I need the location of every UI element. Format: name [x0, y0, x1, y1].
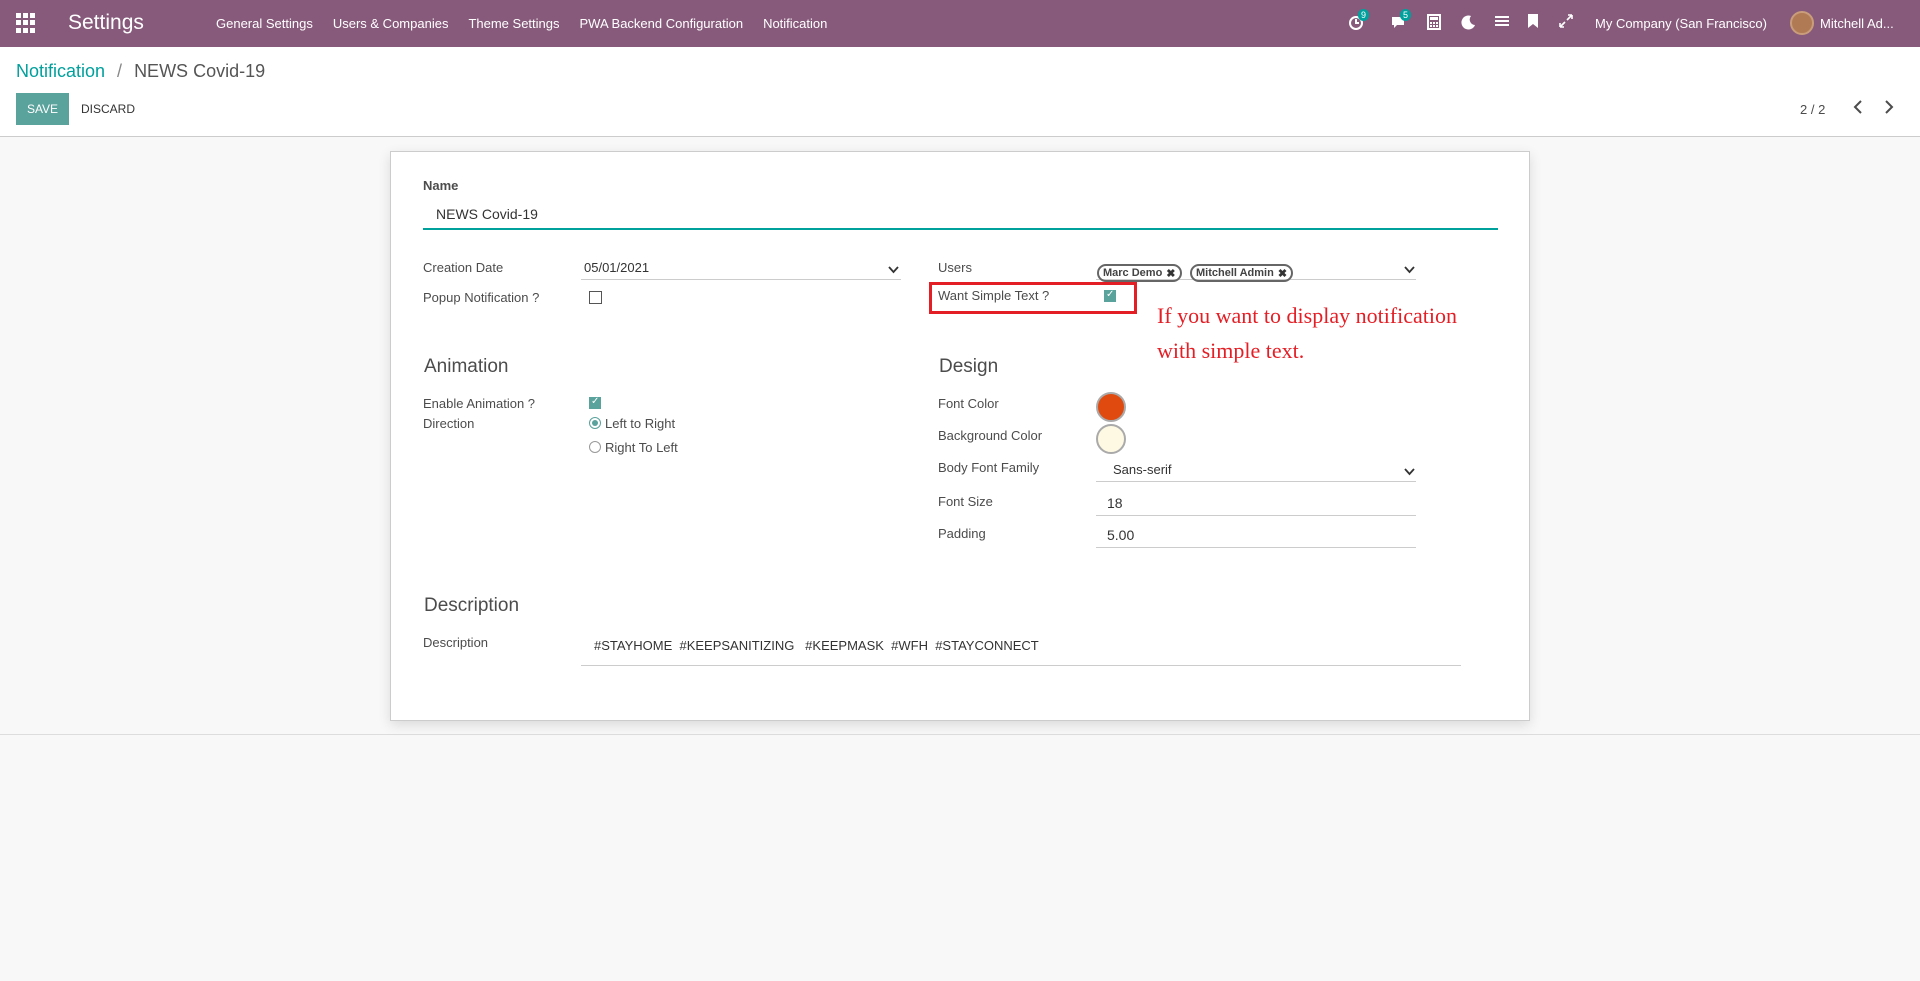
padding-input[interactable]: 5.00	[1096, 520, 1416, 548]
user-tag-label: Mitchell Admin	[1196, 267, 1274, 279]
menu-list-icon[interactable]	[1495, 14, 1513, 32]
font-size-label: Font Size	[938, 494, 993, 509]
activity-badge: 9	[1358, 9, 1370, 21]
user-tag-label: Marc Demo	[1103, 267, 1163, 279]
highlight-box	[929, 282, 1137, 314]
app-title[interactable]: Settings	[68, 11, 144, 35]
font-color-swatch[interactable]	[1096, 392, 1126, 422]
breadcrumb-current: NEWS Covid-19	[134, 61, 266, 81]
creation-date-field[interactable]: 05/01/2021	[581, 256, 901, 280]
enable-animation-label: Enable Animation ?	[423, 396, 536, 411]
background-color-label: Background Color	[938, 428, 1043, 443]
apps-grid-icon[interactable]	[16, 13, 36, 33]
menu-notification[interactable]: Notification	[753, 16, 837, 31]
menu-theme-settings[interactable]: Theme Settings	[458, 16, 569, 31]
creation-date-value: 05/01/2021	[584, 260, 650, 275]
fullscreen-expand-icon[interactable]	[1559, 14, 1577, 32]
font-size-input[interactable]: 18	[1096, 488, 1416, 516]
users-label: Users	[938, 260, 972, 275]
creation-date-label: Creation Date	[423, 260, 504, 275]
pager-previous-icon[interactable]	[1853, 100, 1863, 119]
messages-icon[interactable]: 5	[1390, 9, 1412, 32]
enable-animation-checkbox[interactable]	[589, 396, 601, 409]
direction-right-to-left-label[interactable]: Right To Left	[605, 440, 678, 455]
direction-right-to-left-radio[interactable]	[589, 441, 601, 453]
background-color-swatch[interactable]	[1096, 424, 1126, 454]
body-font-family-label: Body Font Family	[938, 460, 1040, 475]
padding-value: 5.00	[1107, 527, 1135, 543]
name-label: Name	[423, 178, 459, 193]
description-section-title: Description	[424, 595, 520, 616]
discard-button[interactable]: DISCARD	[72, 93, 144, 125]
menu-pwa-backend[interactable]: PWA Backend Configuration	[570, 16, 754, 31]
calculator-icon[interactable]	[1427, 14, 1445, 32]
description-label: Description	[423, 635, 489, 650]
menu-general-settings[interactable]: General Settings	[206, 16, 323, 31]
save-button[interactable]: SAVE	[16, 93, 69, 125]
user-menu[interactable]: Mitchell Ad...	[1820, 16, 1894, 31]
name-input[interactable]: NEWS Covid-19	[423, 200, 1498, 230]
padding-label: Padding	[938, 526, 986, 541]
dark-mode-moon-icon[interactable]	[1461, 14, 1479, 32]
font-family-chevron-down-icon	[1404, 464, 1415, 479]
description-editor[interactable]: #STAYHOME #KEEPSANITIZING #KEEPMASK #WFH…	[581, 628, 1461, 666]
users-chevron-down-icon	[1404, 262, 1415, 277]
messages-badge: 5	[1400, 9, 1412, 21]
activity-clock-icon[interactable]: 9	[1348, 9, 1370, 32]
breadcrumb-separator: /	[117, 61, 123, 81]
body-font-family-select[interactable]: Sans-serif	[1096, 456, 1416, 482]
user-avatar[interactable]	[1790, 11, 1814, 35]
body-font-family-value: Sans-serif	[1113, 462, 1172, 477]
remove-tag-icon[interactable]: ✖	[1278, 267, 1287, 280]
bookmark-icon[interactable]	[1527, 14, 1545, 32]
direction-left-to-right-radio[interactable]	[589, 417, 601, 429]
pager-value[interactable]: 2 / 2	[1800, 102, 1825, 117]
remove-tag-icon[interactable]: ✖	[1166, 267, 1175, 280]
chevron-down-icon	[888, 262, 899, 277]
breadcrumb-notification-link[interactable]: Notification	[16, 61, 105, 82]
menu-users-companies[interactable]: Users & Companies	[323, 16, 459, 31]
form-sheet: Name NEWS Covid-19 Creation Date 05/01/2…	[390, 151, 1530, 721]
font-size-value: 18	[1107, 495, 1123, 511]
pager-next-icon[interactable]	[1884, 100, 1894, 119]
description-value: #STAYHOME #KEEPSANITIZING #KEEPMASK #WFH…	[594, 638, 1039, 653]
main-menu: General Settings Users & Companies Theme…	[206, 16, 837, 31]
design-section-title: Design	[939, 356, 999, 377]
font-color-label: Font Color	[938, 396, 999, 411]
popup-notification-checkbox[interactable]	[589, 291, 602, 304]
direction-left-to-right-label[interactable]: Left to Right	[605, 416, 675, 431]
control-panel: Notification / NEWS Covid-19 SAVE DISCAR…	[0, 47, 1920, 137]
top-navbar: Settings General Settings Users & Compan…	[0, 0, 1920, 47]
company-switcher[interactable]: My Company (San Francisco)	[1595, 16, 1767, 31]
popup-notification-label: Popup Notification ?	[423, 290, 540, 305]
user-tag-marc-demo: Marc Demo ✖	[1097, 264, 1182, 282]
direction-label: Direction	[423, 416, 475, 431]
user-tag-mitchell-admin: Mitchell Admin ✖	[1190, 264, 1294, 282]
animation-section-title: Animation	[424, 356, 509, 377]
annotation-text: If you want to display notification with…	[1157, 303, 1457, 363]
breadcrumb: Notification / NEWS Covid-19	[16, 61, 265, 82]
